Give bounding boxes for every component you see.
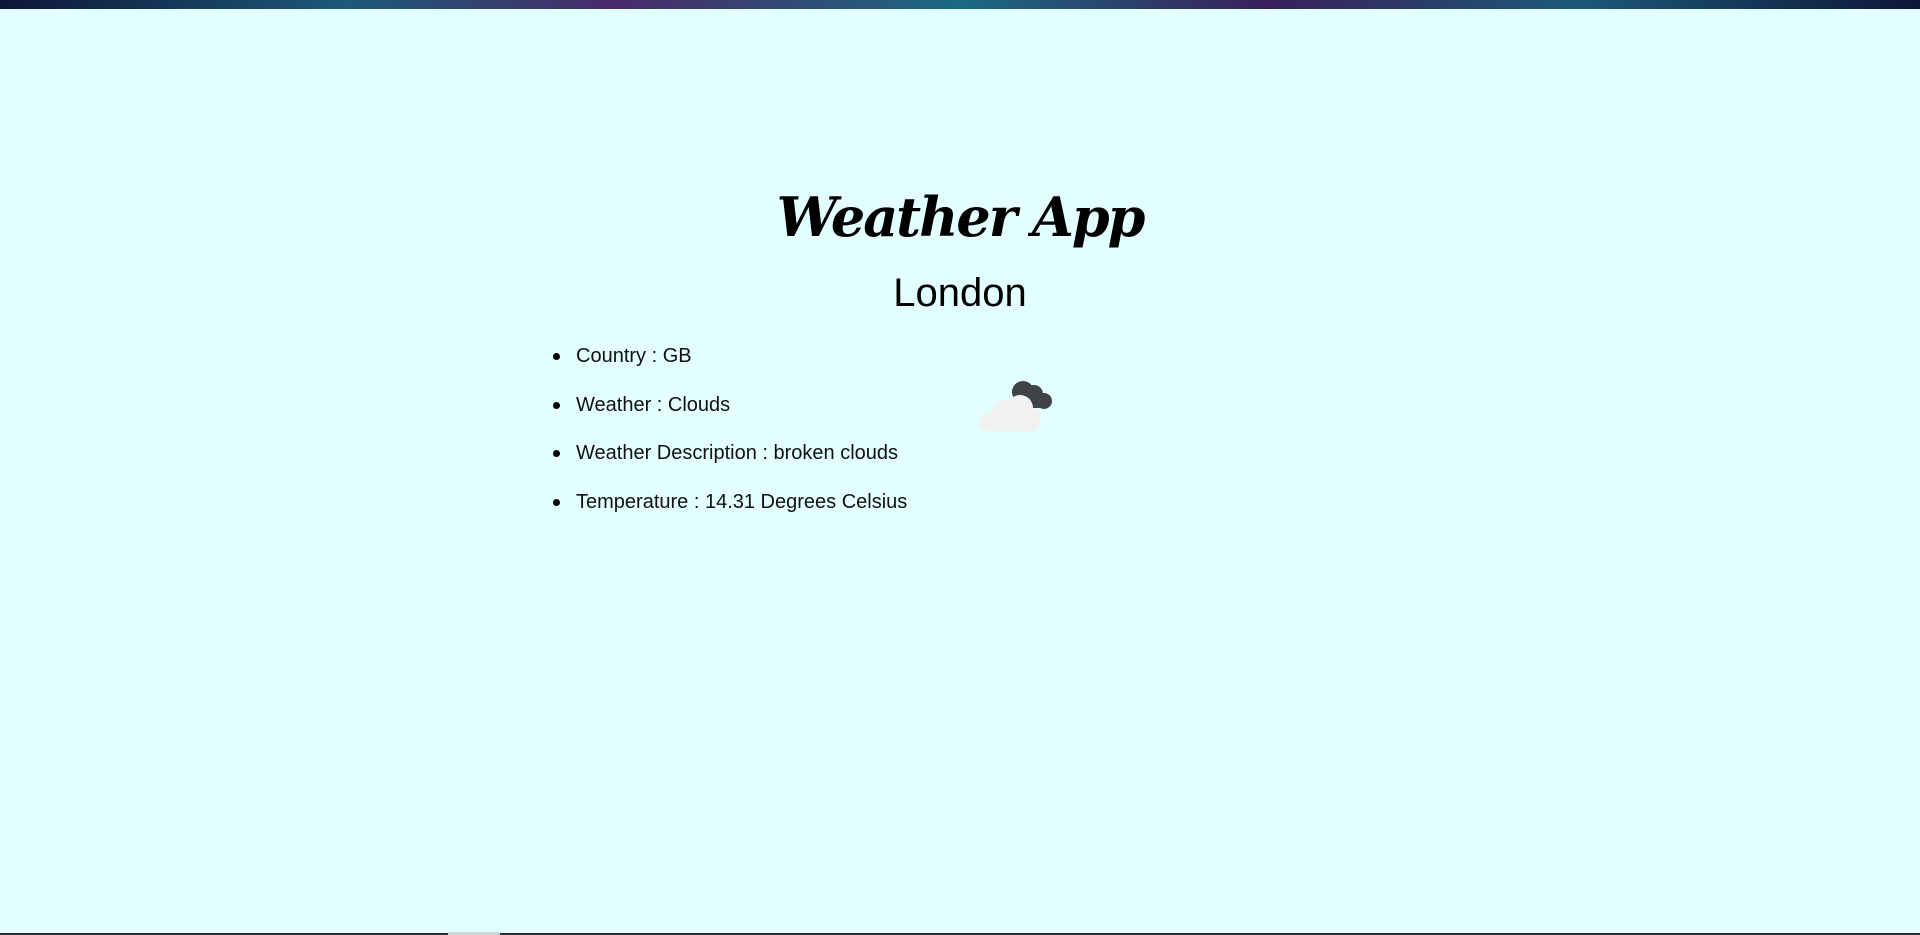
list-item-description: Weather Description : broken clouds <box>552 436 907 485</box>
bullet-icon <box>553 353 560 360</box>
bullet-icon <box>553 450 560 457</box>
weather-details-list: Country : GB Weather : Clouds Weather De… <box>552 339 907 533</box>
city-name: London <box>893 271 1027 315</box>
list-item-temperature: Temperature : 14.31 Degrees Celsius <box>552 485 907 534</box>
temperature-text: Temperature : 14.31 Degrees Celsius <box>576 490 908 513</box>
country-text: Country : GB <box>576 345 692 367</box>
weather-text: Weather : Clouds <box>576 393 731 416</box>
app-title: Weather App <box>776 185 1146 249</box>
list-item-weather: Weather : Clouds <box>552 388 907 437</box>
bullet-icon <box>553 498 560 506</box>
bullet-icon <box>553 401 560 409</box>
description-text: Weather Description : broken clouds <box>576 442 899 464</box>
list-item-country: Country : GB <box>552 339 907 388</box>
top-gradient-bar <box>0 0 1920 9</box>
broken-clouds-icon <box>970 370 1060 432</box>
